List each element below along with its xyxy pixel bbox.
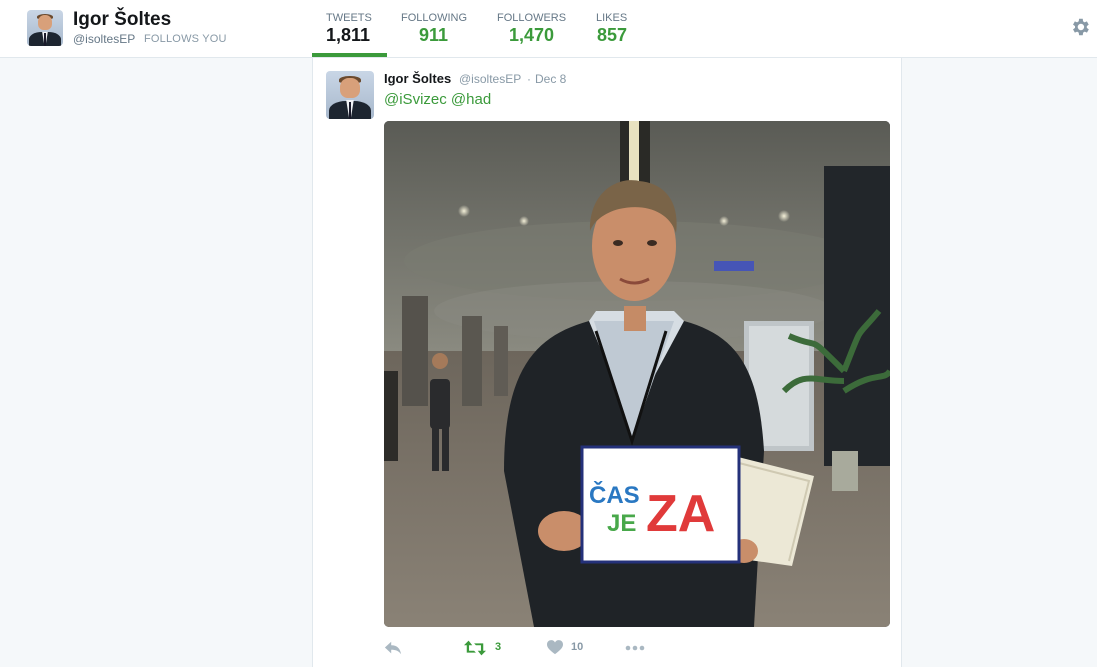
tweet-author-name[interactable]: Igor Šoltes <box>384 71 451 86</box>
profile-handle: @isoltesEP <box>73 32 136 46</box>
stat-label: LIKES <box>596 12 628 24</box>
more-dots-icon <box>625 645 645 651</box>
tweet-timestamp[interactable]: Dec 8 <box>535 72 566 86</box>
tweet-text: @iSvizec @had <box>384 91 491 108</box>
sign-text-line2: JE <box>607 510 636 537</box>
stat-label: TWEETS <box>326 12 372 24</box>
mention-link[interactable]: @iSvizec <box>384 91 447 108</box>
tweet-card[interactable]: Igor Šoltes @isoltesEP · Dec 8 @iSvizec … <box>312 58 902 667</box>
like-count: 10 <box>571 641 584 653</box>
stat-value: 911 <box>419 25 449 45</box>
retweet-icon <box>464 640 486 656</box>
stat-value: 857 <box>597 25 628 45</box>
stat-value: 1,811 <box>326 25 371 45</box>
active-tab-underline <box>312 53 387 57</box>
tweet-avatar[interactable] <box>326 71 374 119</box>
sign-text-line1: ČAS <box>589 481 640 509</box>
retweet-count: 3 <box>495 641 502 653</box>
stat-label: FOLLOWING <box>401 12 468 24</box>
stat-value: 1,470 <box>509 25 555 45</box>
profile-avatar[interactable] <box>27 10 63 46</box>
avatar-face <box>340 77 360 98</box>
stat-label: FOLLOWERS <box>497 12 567 24</box>
tweet-separator: · <box>527 72 531 86</box>
follows-you-badge: FOLLOWS YOU <box>144 33 227 45</box>
heart-icon <box>547 640 563 655</box>
avatar-tie <box>348 101 352 119</box>
tweet-author-handle[interactable]: @isoltesEP <box>459 72 521 86</box>
tweet-actions: 3 10 <box>384 638 684 658</box>
profile-name[interactable]: Igor Šoltes <box>73 9 171 31</box>
sign-text-big: ZA <box>646 485 715 543</box>
tweet-photo[interactable]: ČAS JE ZA <box>384 121 890 627</box>
profile-nav-bar: Igor Šoltes @isoltesEP FOLLOWS YOU TWEET… <box>0 0 1097 58</box>
avatar-tie <box>43 33 47 46</box>
avatar-face <box>37 15 53 31</box>
gear-icon[interactable] <box>1069 16 1091 38</box>
mention-link[interactable]: @had <box>451 91 491 108</box>
reply-icon <box>384 641 402 655</box>
